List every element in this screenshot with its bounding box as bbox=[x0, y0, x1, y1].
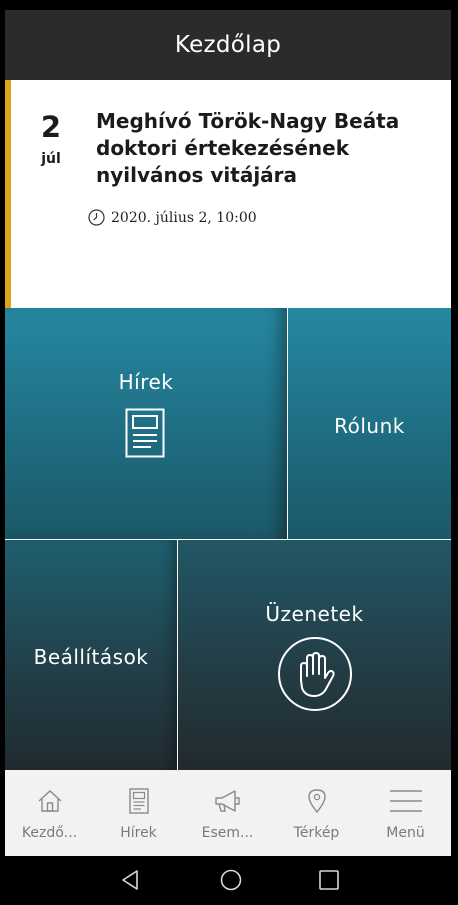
tab-home[interactable]: Kezdő... bbox=[5, 770, 94, 856]
app-header: Kezdőlap bbox=[5, 10, 451, 80]
messages-tile[interactable]: Üzenetek bbox=[178, 540, 451, 770]
about-tile-label: Rólunk bbox=[334, 414, 405, 438]
tab-events[interactable]: Esem... bbox=[183, 770, 272, 856]
home-button-icon[interactable] bbox=[219, 868, 243, 892]
tab-home-label: Kezdő... bbox=[21, 825, 78, 841]
tab-map[interactable]: Térkép bbox=[272, 770, 361, 856]
menu-icon bbox=[389, 790, 422, 812]
event-accent-bar bbox=[5, 80, 11, 308]
tile-grid: Hírek Rólunk Beállítások Üzenetek bbox=[5, 308, 451, 770]
app-screen: Kezdőlap 2 júl Meghívó Török-Nagy Beáta … bbox=[5, 10, 451, 905]
event-month: júl bbox=[41, 151, 61, 167]
page-title: Kezdőlap bbox=[174, 32, 282, 58]
document-icon bbox=[125, 408, 165, 458]
news-icon bbox=[128, 788, 149, 814]
event-day: 2 bbox=[40, 110, 62, 144]
tab-menu[interactable]: Menü bbox=[361, 770, 450, 856]
system-nav-bar bbox=[5, 856, 451, 905]
tab-news[interactable]: Hírek bbox=[94, 770, 183, 856]
event-datetime: 2020. július 2, 10:00 bbox=[111, 209, 257, 226]
about-tile[interactable]: Rólunk bbox=[288, 308, 451, 539]
messages-tile-label: Üzenetek bbox=[265, 602, 364, 626]
tab-menu-label: Menü bbox=[386, 825, 425, 841]
tab-news-label: Hírek bbox=[120, 825, 157, 841]
tab-events-label: Esem... bbox=[201, 825, 254, 841]
settings-tile-label: Beállítások bbox=[33, 645, 149, 669]
megaphone-icon bbox=[214, 790, 240, 812]
home-icon bbox=[38, 790, 61, 812]
back-icon[interactable] bbox=[119, 868, 141, 892]
bottom-tab-bar: Kezdő... Hírek Esem... Térkép Menü bbox=[5, 770, 451, 856]
recents-icon[interactable] bbox=[318, 868, 340, 892]
news-tile-label: Hírek bbox=[118, 370, 174, 394]
event-datetime-row: 2020. július 2, 10:00 bbox=[88, 209, 257, 226]
event-card[interactable]: 2 júl Meghívó Török-Nagy Beáta doktori é… bbox=[5, 80, 451, 308]
map-pin-icon bbox=[307, 789, 326, 814]
settings-tile[interactable]: Beállítások bbox=[5, 540, 177, 770]
event-title[interactable]: Meghívó Török-Nagy Beáta doktori értekez… bbox=[96, 108, 441, 189]
clock-icon bbox=[88, 209, 105, 226]
news-tile[interactable]: Hírek bbox=[5, 308, 287, 539]
tab-map-label: Térkép bbox=[293, 825, 340, 841]
hand-icon bbox=[278, 637, 352, 711]
